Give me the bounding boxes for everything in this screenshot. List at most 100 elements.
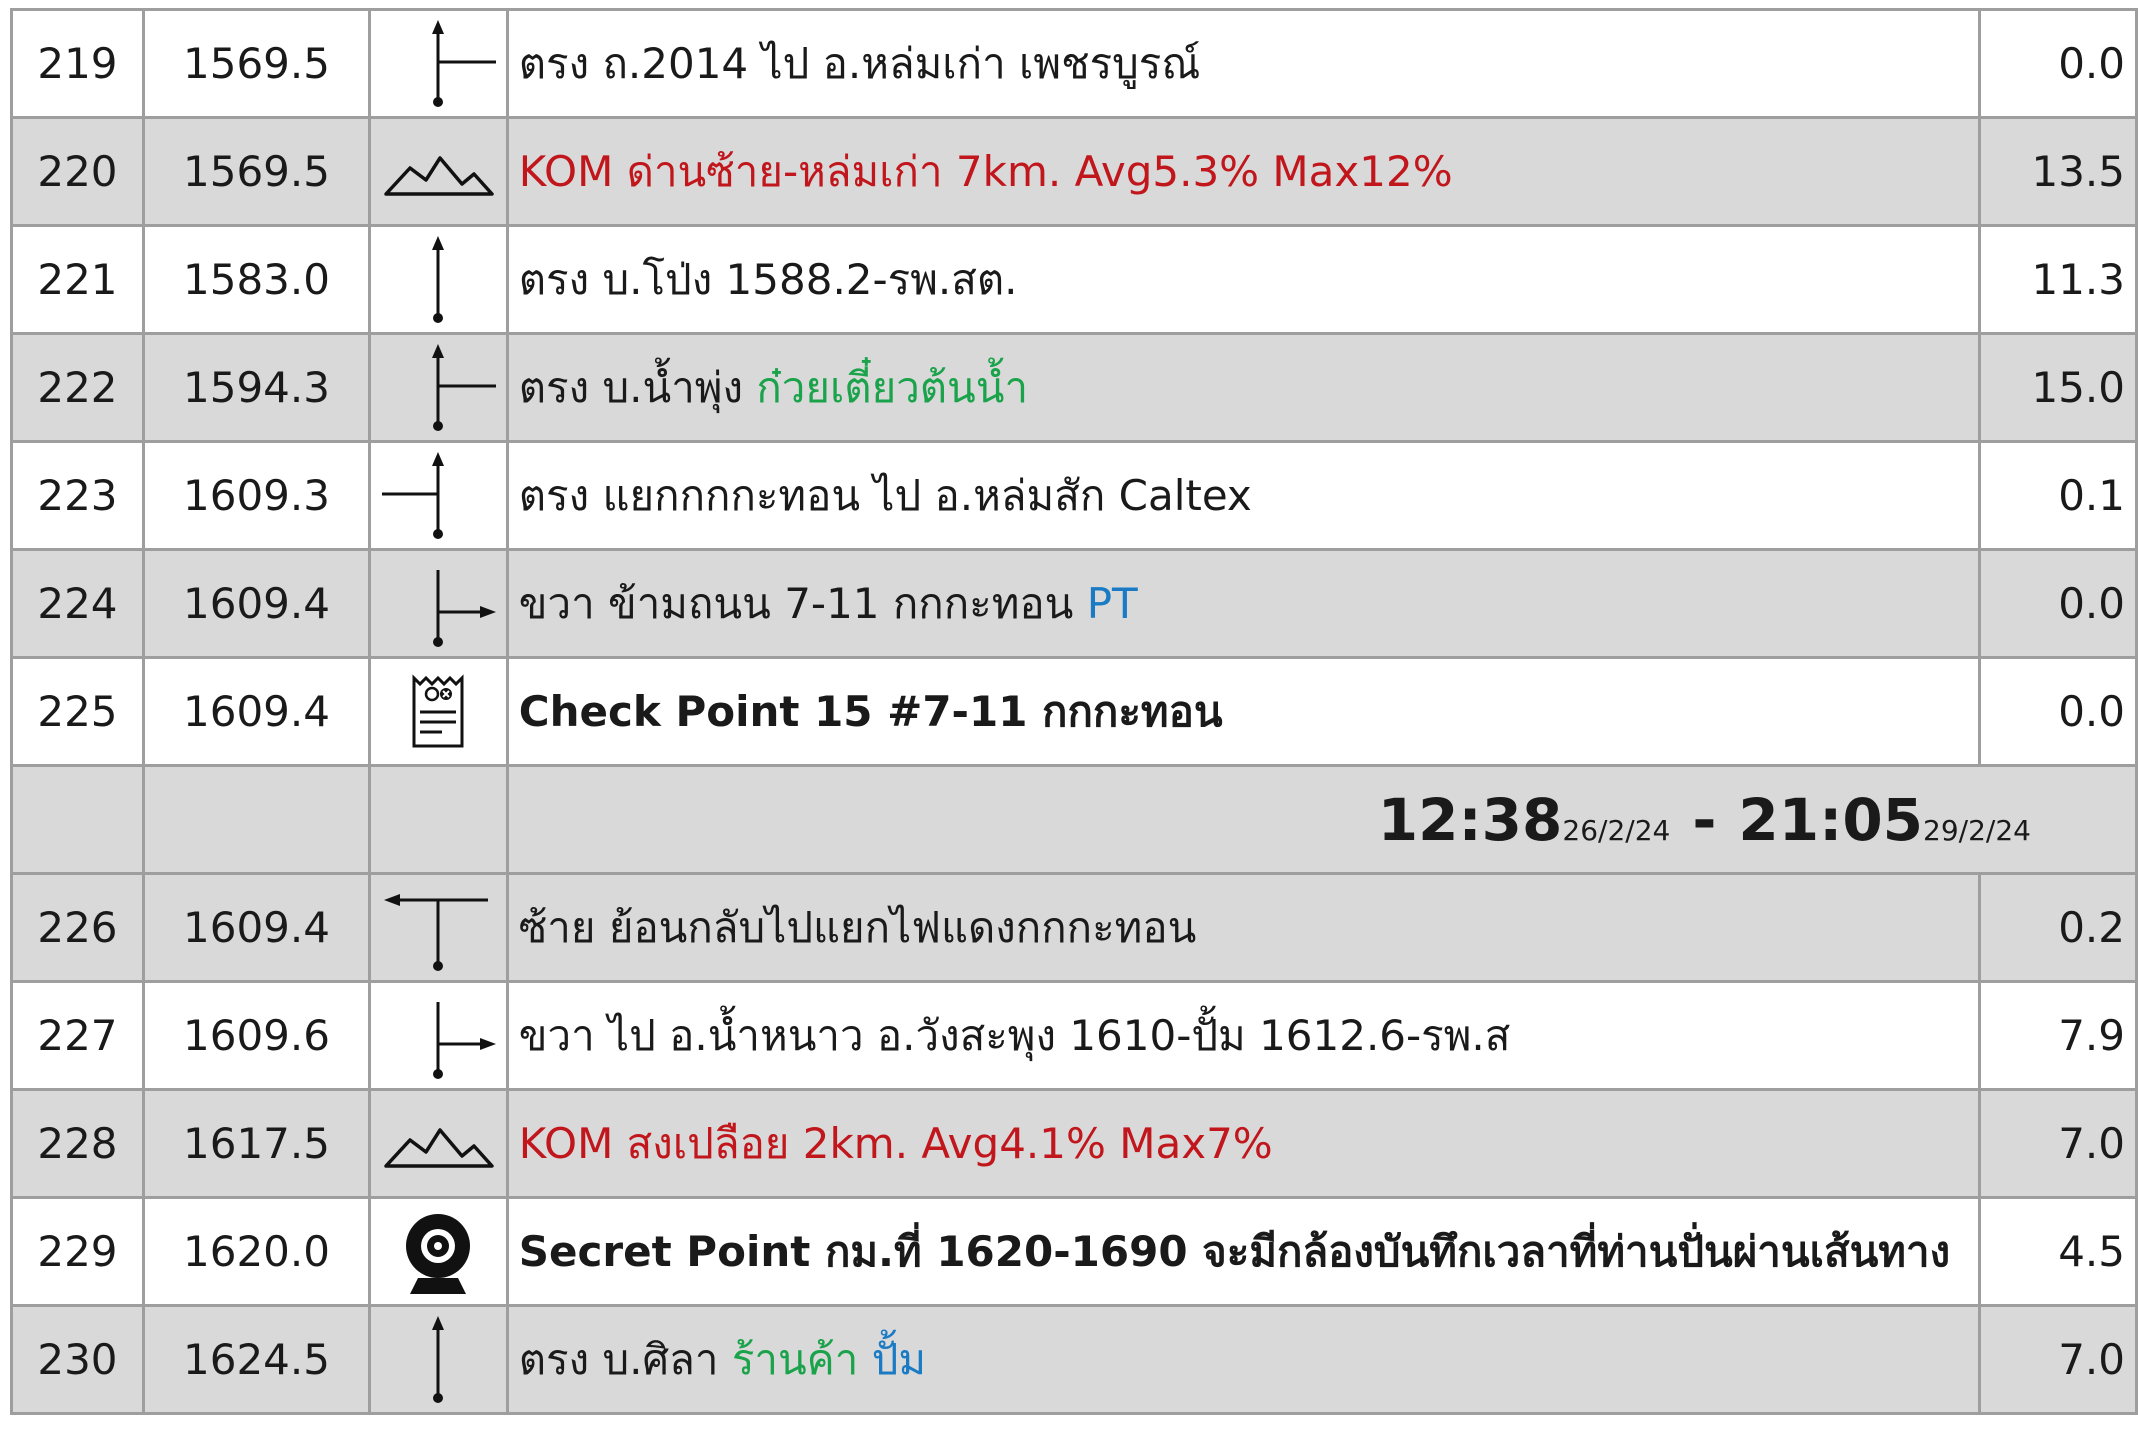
cue-distance: 11.3 xyxy=(1978,224,2138,335)
cue-km: 1609.3 xyxy=(141,440,372,551)
cue-km: 1609.4 xyxy=(141,548,372,659)
cue-row: 224 1609.4 ขวา ข้ามถนน 7-11 กกกะทอน PT 0.0 xyxy=(10,548,2138,659)
cue-distance: 7.0 xyxy=(1978,1088,2138,1199)
cue-km: 1569.5 xyxy=(141,116,372,227)
webcam-icon xyxy=(406,1213,471,1294)
cue-number: 228 xyxy=(10,1088,145,1199)
cue-description: Check Point 15 #7-11 กกกะทอน xyxy=(505,656,1982,767)
mountain-icon xyxy=(384,1127,495,1168)
cue-distance: 15.0 xyxy=(1978,332,2138,443)
checkpoint-time-window: 12:3826/2/24-21:0529/2/24 xyxy=(505,764,2138,875)
cue-km: 1624.5 xyxy=(141,1304,372,1415)
turn-right-arrow-icon xyxy=(433,1001,497,1079)
cue-description: ซ้าย ย้อนกลับไปแยกไฟแดงกกกะทอน xyxy=(505,872,1982,983)
cue-km: 1569.5 xyxy=(141,8,372,119)
cue-number: 219 xyxy=(10,8,145,119)
cue-distance: 0.2 xyxy=(1978,872,2138,983)
open-time: 12:38 xyxy=(1377,785,1563,854)
description-segment: ตรง ถ.2014 ไป อ.หล่มเก่า เพชรบูรณ์ xyxy=(518,38,1201,88)
checkpoint-receipt-icon xyxy=(412,673,464,747)
cue-row: 221 1583.0 ตรง บ.โป่ง 1588.2-รพ.สต. 11.3 xyxy=(10,224,2138,335)
cue-direction-cell xyxy=(368,116,509,227)
close-date: 29/2/24 xyxy=(1923,813,2031,847)
cue-description: ขวา ไป อ.น้ำหนาว อ.วังสะพุง 1610-ปั้ม 16… xyxy=(505,980,1982,1091)
description-segment: ตรง แยกกกกะทอน ไป อ.หล่มสัก Caltex xyxy=(518,470,1252,520)
description-segment: PT xyxy=(1086,578,1138,628)
cue-description: ตรง แยกกกกะทอน ไป อ.หล่มสัก Caltex xyxy=(505,440,1982,551)
cue-number: 225 xyxy=(10,656,145,767)
description-segment: ตรง บ.โป่ง 1588.2-รพ.สต. xyxy=(518,254,1018,304)
cue-km: 1620.0 xyxy=(141,1196,372,1307)
mountain-icon xyxy=(384,155,495,196)
cue-direction-cell xyxy=(368,548,509,659)
cue-direction-cell xyxy=(368,1304,509,1415)
cue-description: ตรง บ.โป่ง 1588.2-รพ.สต. xyxy=(505,224,1982,335)
cue-number: 224 xyxy=(10,548,145,659)
cue-number: 229 xyxy=(10,1196,145,1307)
cue-sheet-table: 219 1569.5 ตรง ถ.2014 ไป อ.หล่มเก่า เพชรบู… xyxy=(10,8,2138,1415)
description-segment: ตรง บ.น้ำพุ่ง xyxy=(518,362,757,412)
cue-row: 219 1569.5 ตรง ถ.2014 ไป อ.หล่มเก่า เพชรบู… xyxy=(10,8,2138,119)
cue-km: 1609.4 xyxy=(141,656,372,767)
description-segment xyxy=(858,1335,871,1384)
straight-right-junction-icon xyxy=(432,343,497,431)
cue-distance: 0.0 xyxy=(1978,8,2138,119)
cue-row: 223 1609.3 ตรง แยกกกกะทอน ไป อ.หล่มสัก Cal… xyxy=(10,440,2138,551)
cue-distance: 7.9 xyxy=(1978,980,2138,1091)
cue-km: 1617.5 xyxy=(141,1088,372,1199)
cue-description: KOM สงเปลือย 2km. Avg4.1% Max7% xyxy=(505,1088,1982,1199)
turn-left-arrow-icon xyxy=(384,893,489,971)
cue-row: 227 1609.6 ขวา ไป อ.น้ำหนาว อ.วังสะพุง 161… xyxy=(10,980,2138,1091)
cue-number: 220 xyxy=(10,116,145,227)
cue-distance: 0.0 xyxy=(1978,656,2138,767)
cue-row: 220 1569.5 KOM ด่านซ้าย-หล่มเก่า 7km. Avg5… xyxy=(10,116,2138,227)
cue-distance: 13.5 xyxy=(1978,116,2138,227)
cue-description: Secret Point กม.ที่ 1620-1690 จะมีกล้องบ… xyxy=(505,1196,1982,1307)
description-segment: ขวา ข้ามถนน 7-11 กกกะทอน xyxy=(518,578,1087,628)
description-segment: ซ้าย ย้อนกลับไปแยกไฟแดงกกกะทอน xyxy=(518,902,1197,952)
straight-arrow-icon xyxy=(432,1315,445,1403)
cue-direction-cell xyxy=(368,332,509,443)
description-segment: ตรง บ.ศิลา xyxy=(518,1334,732,1384)
close-time: 21:05 xyxy=(1738,785,1924,854)
cue-number: 221 xyxy=(10,224,145,335)
cue-row: 228 1617.5 KOM สงเปลือย 2km. Avg4.1% Max7%… xyxy=(10,1088,2138,1199)
turn-right-arrow-icon xyxy=(433,569,497,647)
cue-row: 222 1594.3 ตรง บ.น้ำพุ่ง ก๋วยเตี๋ยวต้นน้ำ 1… xyxy=(10,332,2138,443)
straight-left-junction-icon xyxy=(382,451,445,539)
cue-direction-cell xyxy=(368,872,509,983)
cue-number: 226 xyxy=(10,872,145,983)
cue-description: ตรง บ.น้ำพุ่ง ก๋วยเตี๋ยวต้นน้ำ xyxy=(505,332,1982,443)
open-date: 26/2/24 xyxy=(1562,813,1671,847)
straight-arrow-icon xyxy=(432,235,445,323)
description-segment: Check Point 15 #7-11 กกกะทอน xyxy=(518,686,1223,736)
cue-direction-cell xyxy=(368,224,509,335)
empty-cell xyxy=(368,764,509,875)
cue-description: ตรง บ.ศิลา ร้านค้า ปั้ม xyxy=(505,1304,1982,1415)
cue-row: 226 1609.4 ซ้าย ย้อนกลับไปแยกไฟแดงกกกะทอน 0… xyxy=(10,872,2138,983)
empty-cell xyxy=(141,764,372,875)
straight-right-junction-icon xyxy=(432,19,497,107)
cue-km: 1583.0 xyxy=(141,224,372,335)
description-segment: KOM สงเปลือย 2km. Avg4.1% Max7% xyxy=(518,1118,1273,1168)
cue-row: 229 1620.0 Secret Point กม.ที่ 1620-1690 จ… xyxy=(10,1196,2138,1307)
checkpoint-time-row: 12:3826/2/24-21:0529/2/24 xyxy=(10,764,2138,875)
cue-number: 227 xyxy=(10,980,145,1091)
description-segment: Secret Point กม.ที่ 1620-1690 จะมีกล้องบ… xyxy=(518,1226,1951,1276)
cue-distance: 7.0 xyxy=(1978,1304,2138,1415)
cue-direction-cell xyxy=(368,656,509,767)
cue-description: KOM ด่านซ้าย-หล่มเก่า 7km. Avg5.3% Max12… xyxy=(505,116,1982,227)
cue-direction-cell xyxy=(368,1088,509,1199)
description-segment: KOM ด่านซ้าย-หล่มเก่า 7km. Avg5.3% Max12… xyxy=(518,146,1453,196)
cue-distance: 0.0 xyxy=(1978,548,2138,659)
description-segment: ก๋วยเตี๋ยวต้นน้ำ xyxy=(756,362,1029,412)
cue-km: 1594.3 xyxy=(141,332,372,443)
cue-km: 1609.4 xyxy=(141,872,372,983)
cue-description: ตรง ถ.2014 ไป อ.หล่มเก่า เพชรบูรณ์ xyxy=(505,8,1982,119)
cue-row: 230 1624.5 ตรง บ.ศิลา ร้านค้า ปั้ม 7.0 xyxy=(10,1304,2138,1415)
description-segment: ขวา ไป อ.น้ำหนาว อ.วังสะพุง 1610-ปั้ม 16… xyxy=(518,1010,1511,1060)
description-segment: ร้านค้า xyxy=(731,1334,859,1384)
time-separator: - xyxy=(1692,785,1717,854)
cue-number: 230 xyxy=(10,1304,145,1415)
cue-description: ขวา ข้ามถนน 7-11 กกกะทอน PT xyxy=(505,548,1982,659)
